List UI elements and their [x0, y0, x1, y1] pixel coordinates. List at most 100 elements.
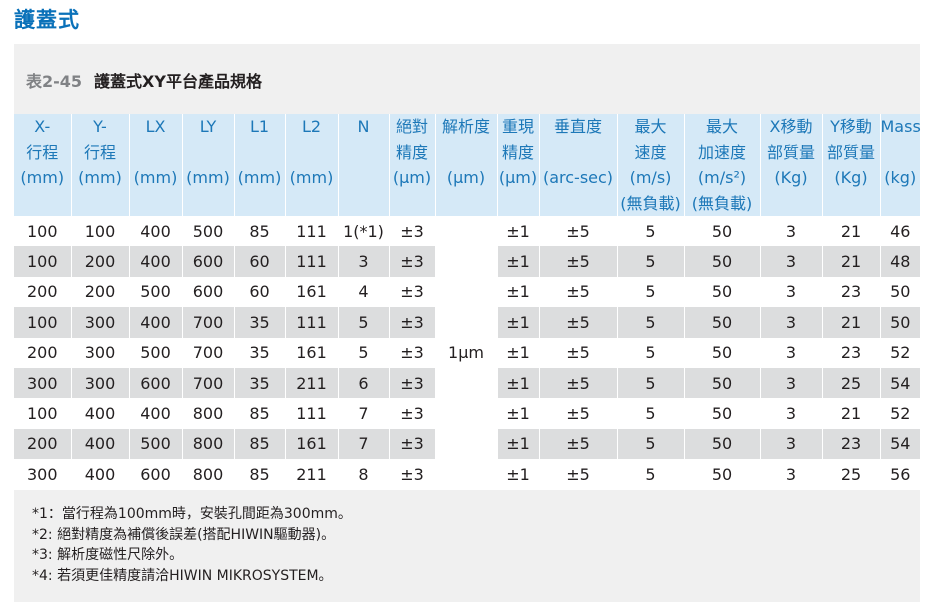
table-cell: 85 — [234, 459, 286, 490]
spec-panel: 表2-45 護蓋式XY平台產品規格 X- 行程 (mm) Y- 行程 (mm) LX … — [14, 44, 921, 602]
table-cell: 4 — [338, 276, 390, 308]
table-cell: 8 — [338, 459, 390, 490]
table-cell: 54 — [880, 428, 920, 460]
column-header: Y移動 部質量 (Kg) — [822, 114, 881, 216]
table-cell: 23 — [822, 337, 881, 368]
table-cell: 35 — [234, 337, 286, 368]
table-cell: ±3 — [389, 276, 436, 308]
table-cell: ±3 — [389, 337, 436, 368]
table-cell: 54 — [880, 367, 920, 399]
footnote: *4: 若須更佳精度請洽HIWIN MIKROSYSTEM。 — [32, 567, 333, 584]
table-cell: 111 — [285, 216, 339, 247]
table-cell: 100 — [14, 246, 72, 277]
table-cell: ±3 — [389, 307, 436, 338]
table-cell: 100 — [14, 398, 72, 429]
column-header: LY (mm) — [182, 114, 235, 216]
table-cell: ±5 — [539, 276, 618, 308]
page-heading: 護蓋式 — [14, 8, 80, 32]
table-cell: ±1 — [497, 428, 540, 460]
table-cell: 5 — [617, 276, 685, 308]
table-cell: 300 — [14, 367, 72, 399]
table-cell: 5 — [617, 307, 685, 338]
table-cell: 46 — [880, 216, 920, 247]
column-header: N — [338, 114, 390, 216]
table-title: 表2-45 護蓋式XY平台產品規格 — [26, 68, 262, 92]
table-cell: 85 — [234, 398, 286, 429]
column-header: L2 (mm) — [285, 114, 339, 216]
table-cell: ±1 — [497, 307, 540, 338]
table-cell: 50 — [684, 428, 761, 460]
table-row: 100 100 400 500 85 111 1(*1) ±3 1μm ±1 ±5 5 50 3 21 46 — [14, 216, 920, 490]
table-cell: ±5 — [539, 459, 618, 490]
table-cell: 211 — [285, 367, 339, 399]
table-cell: 500 — [129, 428, 183, 460]
table-cell: 100 — [14, 307, 72, 338]
column-header: Y- 行程 (mm) — [71, 114, 130, 216]
table-cell: 400 — [129, 307, 183, 338]
table-cell: 300 — [71, 307, 130, 338]
table-cell: ±1 — [497, 216, 540, 247]
table-cell: 200 — [14, 276, 72, 308]
table-cell: 5 — [338, 307, 390, 338]
table-cell: 600 — [182, 276, 235, 308]
table-cell: ±5 — [539, 428, 618, 460]
column-header: Mass (kg) — [880, 114, 921, 216]
table-cell: ±5 — [539, 307, 618, 338]
table-cell: 21 — [822, 398, 881, 429]
table-cell: 5 — [617, 428, 685, 460]
table-cell: ±3 — [389, 398, 436, 429]
column-header: X- 行程 (mm) — [14, 114, 72, 216]
table-cell: 200 — [14, 337, 72, 368]
table-cell: 85 — [234, 428, 286, 460]
table-cell: 21 — [822, 216, 881, 247]
column-header: 解析度 (μm) — [435, 114, 498, 216]
table-cell: 300 — [71, 367, 130, 399]
column-header: LX (mm) — [129, 114, 183, 216]
table-cell: 3 — [760, 246, 823, 277]
table-cell: 56 — [880, 459, 920, 490]
table-cell: ±3 — [389, 459, 436, 490]
table-cell: 200 — [71, 246, 130, 277]
table-cell: 50 — [684, 216, 761, 247]
table-cell: 50 — [684, 367, 761, 399]
table-cell: 50 — [684, 459, 761, 490]
table-cell: 52 — [880, 398, 920, 429]
table-cell: 100 — [14, 216, 72, 247]
footnote: *1：當行程為100mm時，安裝孔間距為300mm。 — [32, 506, 352, 522]
table-cell: 85 — [234, 216, 286, 247]
table-cell: 300 — [14, 459, 72, 490]
column-header: 最大 速度 (m/s) (無負載) — [617, 114, 685, 216]
column-header: 垂直度 (arc-sec) — [539, 114, 618, 216]
table-cell: ±1 — [497, 367, 540, 399]
table-cell: 50 — [684, 246, 761, 277]
table-cell: 50 — [880, 307, 920, 338]
table-cell: 6 — [338, 367, 390, 399]
table-cell: 7 — [338, 398, 390, 429]
table-cell: 600 — [129, 367, 183, 399]
table-cell: 400 — [129, 398, 183, 429]
table-cell: 600 — [129, 459, 183, 490]
footnote: *2: 絕對精度為補償後誤差(搭配HIWIN驅動器)。 — [32, 526, 336, 543]
table-cell: 25 — [822, 367, 881, 399]
table-cell: 50 — [684, 307, 761, 338]
table-cell: 3 — [760, 367, 823, 399]
table-cell: 500 — [182, 216, 235, 247]
footnotes: *1：當行程為100mm時，安裝孔間距為300mm。 *2: 絕對精度為補償後誤差… — [32, 504, 352, 586]
table-cell: 200 — [14, 428, 72, 460]
table-cell: 161 — [285, 276, 339, 308]
table-cell: 800 — [182, 398, 235, 429]
table-cell: 60 — [234, 246, 286, 277]
table-cell: 21 — [822, 307, 881, 338]
table-cell: 600 — [182, 246, 235, 277]
table-cell: ±3 — [389, 246, 436, 277]
table-cell: 300 — [71, 337, 130, 368]
column-header: 重現 精度 (μm) — [497, 114, 540, 216]
table-number: 表2-45 — [26, 72, 83, 91]
table-cell: 111 — [285, 246, 339, 277]
table-cell: 100 — [71, 216, 130, 247]
table-cell: 50 — [684, 276, 761, 308]
table-cell: ±5 — [539, 398, 618, 429]
table-cell: 5 — [617, 246, 685, 277]
table-cell: 5 — [617, 216, 685, 247]
table-cell: ±3 — [389, 216, 436, 247]
